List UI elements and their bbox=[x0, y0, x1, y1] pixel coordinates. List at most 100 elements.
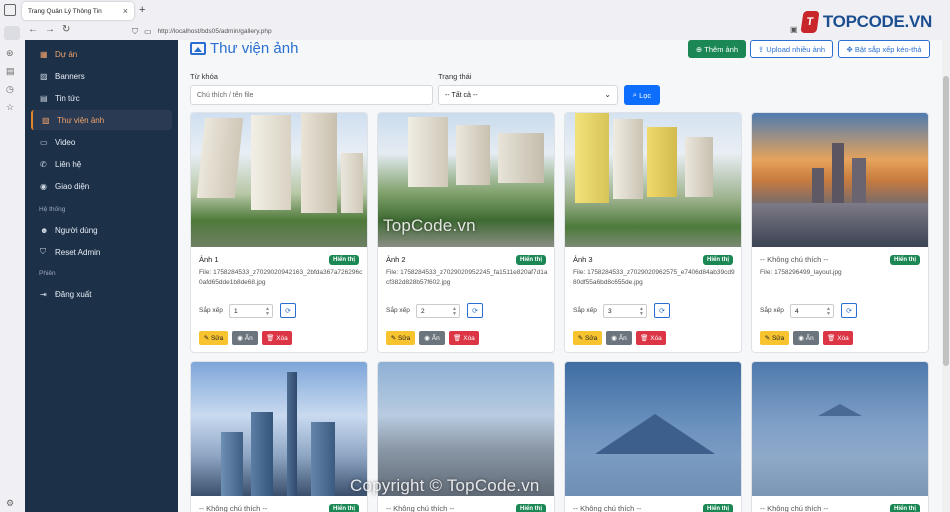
sidebar-item-lien-he[interactable]: ✆ Liên hệ bbox=[31, 154, 172, 174]
refresh-icon: ⟳ bbox=[472, 307, 478, 315]
status-label: Trạng thái bbox=[438, 72, 472, 81]
back-icon[interactable]: ← bbox=[28, 24, 38, 35]
shield-icon: ⛉ bbox=[40, 247, 46, 256]
edit-button[interactable]: ✎ Sửa bbox=[199, 331, 228, 345]
card-caption: Ảnh 3 bbox=[573, 255, 593, 264]
url-text[interactable]: http://localhost/bds05/admin/gallery.php bbox=[158, 28, 272, 35]
gallery-card: -- Không chú thích -- Hiển thị bbox=[751, 361, 929, 512]
sidebar-item-video[interactable]: ▭ Video bbox=[31, 132, 172, 152]
gallery-thumbnail[interactable] bbox=[565, 113, 741, 247]
save-sort-button[interactable]: ⟳ bbox=[841, 303, 857, 318]
edit-button[interactable]: ✎ Sửa bbox=[573, 331, 602, 345]
save-sort-button[interactable]: ⟳ bbox=[280, 303, 296, 318]
card-caption: -- Không chú thích -- bbox=[760, 504, 829, 512]
sidebar-item-thu-vien-anh[interactable]: ▨ Thư viện ảnh bbox=[31, 110, 172, 130]
tab-list-icon[interactable] bbox=[4, 4, 16, 16]
hide-button[interactable]: ◉ Ẩn bbox=[232, 331, 258, 345]
sidebar-item-giao-dien[interactable]: ◉ Giao diện bbox=[31, 176, 172, 196]
sort-order-input[interactable]: 3 ▲ ▼ bbox=[603, 304, 647, 318]
newspaper-icon: ▤ bbox=[40, 93, 48, 103]
card-caption: -- Không chú thích -- bbox=[199, 504, 268, 512]
synced-tabs-icon[interactable]: ▤ bbox=[6, 66, 15, 77]
edit-button[interactable]: ✎ Sửa bbox=[386, 331, 415, 345]
sidebar-item-nguoi-dung[interactable]: ☻ Người dùng bbox=[31, 220, 172, 240]
scrollbar-thumb[interactable] bbox=[943, 76, 949, 366]
gallery-card: Ảnh 3 Hiển thị File: 1758284533_z7029020… bbox=[564, 112, 742, 353]
add-image-button[interactable]: ⊕ Thêm ảnh bbox=[688, 40, 746, 58]
delete-button[interactable]: 🗑 Xóa bbox=[636, 331, 666, 345]
sort-order-input[interactable]: 4 ▲ ▼ bbox=[790, 304, 834, 318]
gallery-thumbnail[interactable] bbox=[565, 362, 741, 496]
filter-button[interactable]: ⌕ Lọc bbox=[624, 85, 660, 105]
phone-icon: ✆ bbox=[40, 159, 47, 169]
delete-button[interactable]: 🗑 Xóa bbox=[823, 331, 853, 345]
new-tab-icon[interactable]: + bbox=[139, 4, 145, 16]
browser-tab[interactable]: Trang Quản Lý Thông Tin × bbox=[22, 2, 134, 20]
hide-button[interactable]: ◉ Ẩn bbox=[606, 331, 632, 345]
sort-order-input[interactable]: 1 ▲ ▼ bbox=[229, 304, 273, 318]
hide-button[interactable]: ◉ Ẩn bbox=[419, 331, 445, 345]
topcode-logo: T TOPCODE.VN bbox=[800, 8, 933, 36]
image-icon: ▨ bbox=[40, 71, 48, 81]
spinner-icon[interactable]: ▲ ▼ bbox=[265, 307, 270, 317]
keyword-input[interactable]: Chú thích / tên file bbox=[190, 85, 433, 105]
save-sort-button[interactable]: ⟳ bbox=[467, 303, 483, 318]
sort-label: Sắp xếp bbox=[199, 307, 223, 314]
sidebar-item-reset-admin[interactable]: ⛉ Reset Admin bbox=[31, 242, 172, 262]
sort-label: Sắp xếp bbox=[573, 307, 597, 314]
card-caption: -- Không chú thích -- bbox=[573, 504, 642, 512]
images-icon bbox=[190, 42, 206, 55]
delete-button[interactable]: 🗑 Xóa bbox=[449, 331, 479, 345]
sidebar-item-du-an[interactable]: ▦ Dự án bbox=[31, 44, 172, 64]
spinner-icon[interactable]: ▲ ▼ bbox=[639, 307, 644, 317]
reload-icon[interactable]: ↻ bbox=[62, 24, 70, 35]
sort-order-input[interactable]: 2 ▲ ▼ bbox=[416, 304, 460, 318]
gallery-thumbnail[interactable] bbox=[752, 362, 928, 496]
refresh-icon: ⟳ bbox=[846, 307, 852, 315]
gallery-thumbnail[interactable] bbox=[752, 113, 928, 247]
ai-chat-icon[interactable]: ⊛ bbox=[6, 48, 14, 59]
logo-text: TOPCODE bbox=[822, 12, 905, 31]
status-badge: Hiển thị bbox=[329, 504, 359, 512]
tracking-shield-icon[interactable]: ⛉ bbox=[132, 27, 138, 37]
sidebar-toggle-icon[interactable] bbox=[4, 26, 20, 40]
status-badge: Hiển thị bbox=[890, 504, 920, 512]
gallery-thumbnail[interactable] bbox=[191, 362, 367, 496]
sidebar-section-system: Hệ thống bbox=[39, 206, 66, 213]
logo-mark-icon: T bbox=[800, 11, 820, 33]
close-tab-icon[interactable]: × bbox=[123, 6, 128, 16]
settings-icon[interactable]: ⚙ bbox=[6, 498, 14, 509]
spinner-icon[interactable]: ▲ ▼ bbox=[452, 307, 457, 317]
sort-label: Sắp xếp bbox=[760, 307, 784, 314]
browser-toolbar-icons: ▣ bbox=[790, 25, 798, 34]
sidebar-item-dang-xuat[interactable]: ⇥ Đăng xuất bbox=[31, 284, 172, 304]
history-icon[interactable]: ◷ bbox=[6, 84, 14, 95]
card-filename: File: 1758296499_layout.jpg bbox=[760, 269, 842, 276]
save-sort-button[interactable]: ⟳ bbox=[654, 303, 670, 318]
logo-suffix: .VN bbox=[904, 12, 933, 31]
gallery-card: -- Không chú thích -- Hiển thị bbox=[190, 361, 368, 512]
status-badge: Hiển thị bbox=[516, 255, 546, 265]
page-info-icon[interactable]: ▭ bbox=[144, 27, 152, 36]
sidebar-item-tin-tuc[interactable]: ▤ Tin tức bbox=[31, 88, 172, 108]
bookmarks-icon[interactable]: ☆ bbox=[6, 102, 14, 113]
spinner-icon[interactable]: ▲ ▼ bbox=[826, 307, 831, 317]
watermark: Copyright © TopCode.vn bbox=[350, 476, 540, 495]
status-select[interactable]: -- Tất cả -- ⌄ bbox=[438, 85, 618, 105]
address-bar[interactable]: ⛉ ▭ http://localhost/bds05/admin/gallery… bbox=[132, 24, 792, 39]
edit-button[interactable]: ✎ Sửa bbox=[760, 331, 789, 345]
delete-button[interactable]: 🗑 Xóa bbox=[262, 331, 292, 345]
scrollbar[interactable] bbox=[942, 40, 950, 512]
refresh-icon: ⟳ bbox=[285, 307, 291, 315]
gallery-thumbnail[interactable] bbox=[191, 113, 367, 247]
sort-label: Sắp xếp bbox=[386, 307, 410, 314]
gallery-card: -- Không chú thích -- Hiển thị File: 175… bbox=[751, 112, 929, 353]
card-caption: -- Không chú thích -- bbox=[386, 504, 455, 512]
upload-multiple-button[interactable]: ⇪ Upload nhiều ảnh bbox=[750, 40, 833, 58]
reader-icon[interactable]: ▣ bbox=[790, 25, 798, 34]
sidebar-item-banners[interactable]: ▨ Banners bbox=[31, 66, 172, 86]
forward-icon[interactable]: → bbox=[45, 24, 55, 35]
enable-drag-sort-button[interactable]: ✥ Bật sắp xếp kéo-thả bbox=[838, 40, 930, 58]
hide-button[interactable]: ◉ Ẩn bbox=[793, 331, 819, 345]
gallery-card: Ảnh 1 Hiển thị File: 1758284533_z7029020… bbox=[190, 112, 368, 353]
